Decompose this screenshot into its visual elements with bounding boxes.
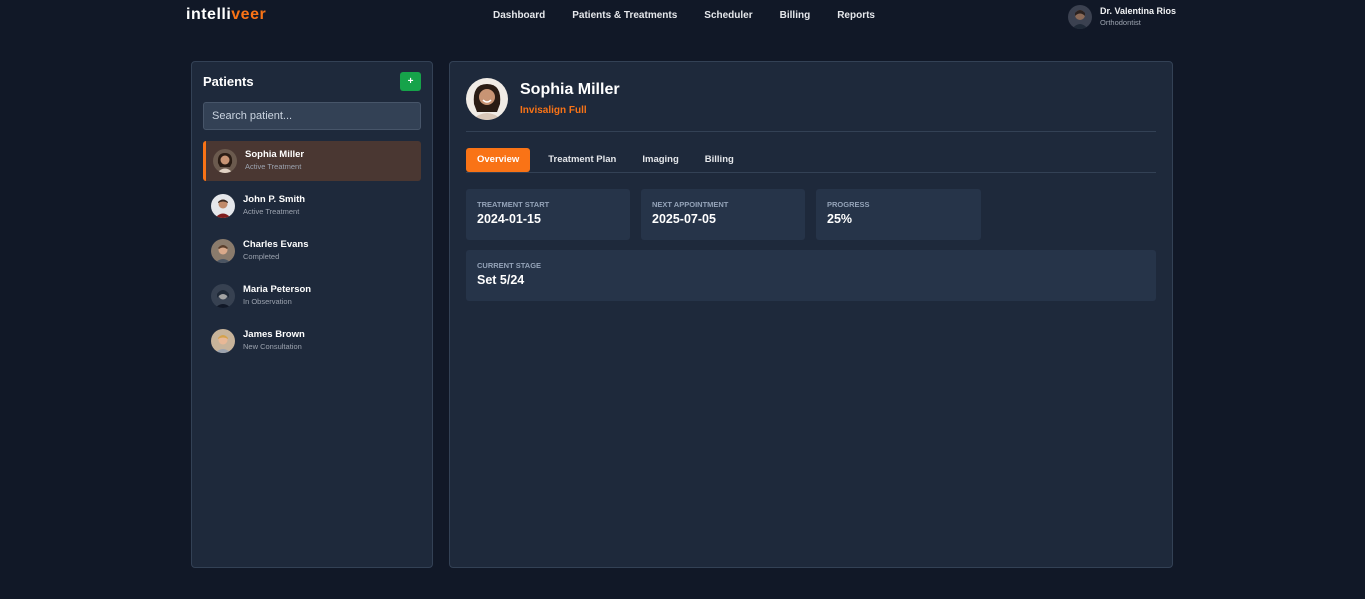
tab-imaging[interactable]: Imaging <box>629 148 691 172</box>
sidebar-title: Patients <box>203 74 254 89</box>
treatment-start-card: TREATMENT START 2024-01-15 <box>466 189 630 240</box>
patient-name: Sophia Miller <box>245 149 305 160</box>
card-label: NEXT APPOINTMENT <box>652 200 729 209</box>
card-value: 2024-01-15 <box>477 212 541 226</box>
patients-sidebar: Patients + Sophia Miller Active Treatmen… <box>191 61 433 568</box>
nav-patients-treatments[interactable]: Patients & Treatments <box>572 10 677 21</box>
nav-reports[interactable]: Reports <box>837 10 875 21</box>
next-appointment-card: NEXT APPOINTMENT 2025-07-05 <box>641 189 805 240</box>
patient-avatar-icon <box>211 329 235 353</box>
patient-avatar-icon <box>211 284 235 308</box>
patient-info: James Brown New Consultation <box>243 329 305 353</box>
patient-item-charles-evans[interactable]: Charles Evans Completed <box>203 231 421 271</box>
patient-status: New Consultation <box>243 342 302 351</box>
patient-status: Completed <box>243 252 280 261</box>
tab-treatment-plan[interactable]: Treatment Plan <box>535 148 629 172</box>
patient-item-james-brown[interactable]: James Brown New Consultation <box>203 321 421 361</box>
header-divider <box>466 131 1156 132</box>
user-avatar-icon <box>1068 5 1092 29</box>
patient-detail-panel: Sophia Miller Invisalign Full Overview T… <box>449 61 1173 568</box>
patient-item-sophia-miller[interactable]: Sophia Miller Active Treatment <box>203 141 421 181</box>
patient-avatar-icon <box>211 239 235 263</box>
tab-billing[interactable]: Billing <box>692 148 747 172</box>
nav-dashboard[interactable]: Dashboard <box>493 10 545 21</box>
patient-avatar-icon <box>211 194 235 218</box>
patient-avatar-icon <box>213 149 237 173</box>
top-bar: intelliveer Dashboard Patients & Treatme… <box>0 0 1365 34</box>
patient-list: Sophia Miller Active Treatment John P. S… <box>203 141 421 366</box>
patient-info: Maria Peterson In Observation <box>243 284 311 308</box>
card-value: 25% <box>827 212 853 226</box>
patient-name: Charles Evans <box>243 239 309 250</box>
treatment-plan-name: Invisalign Full <box>520 105 587 116</box>
patient-item-maria-peterson[interactable]: Maria Peterson In Observation <box>203 276 421 316</box>
tabs-divider <box>466 172 1156 173</box>
card-label: TREATMENT START <box>477 200 550 209</box>
card-label: PROGRESS <box>827 200 870 209</box>
search-patient-input[interactable] <box>203 102 421 130</box>
logo-prefix: intelli <box>186 6 232 23</box>
patient-name: James Brown <box>243 329 305 340</box>
user-info: Dr. Valentina Rios Orthodontist <box>1100 6 1176 28</box>
add-patient-button[interactable]: + <box>400 72 421 91</box>
patient-title: Sophia Miller <box>520 81 620 98</box>
nav-scheduler[interactable]: Scheduler <box>704 10 752 21</box>
nav-billing[interactable]: Billing <box>780 10 811 21</box>
card-value: 2025-07-05 <box>652 212 716 226</box>
patient-item-john-p-smith[interactable]: John P. Smith Active Treatment <box>203 186 421 226</box>
user-role: Orthodontist <box>1100 18 1141 27</box>
patient-name: Maria Peterson <box>243 284 312 295</box>
patient-photo-icon <box>466 78 508 120</box>
card-label: CURRENT STAGE <box>477 261 542 270</box>
app-logo[interactable]: intelliveer <box>186 6 266 24</box>
patient-status: Active Treatment <box>243 207 300 216</box>
progress-card: PROGRESS 25% <box>816 189 981 240</box>
tab-overview[interactable]: Overview <box>466 148 531 172</box>
patient-status: Active Treatment <box>245 162 302 171</box>
detail-tabs: Overview Treatment Plan Imaging Billing <box>466 148 747 172</box>
current-stage-card: CURRENT STAGE Set 5/24 <box>466 250 1156 301</box>
patient-info: John P. Smith Active Treatment <box>243 194 305 218</box>
card-value: Set 5/24 <box>477 273 525 287</box>
patient-info: Charles Evans Completed <box>243 239 308 263</box>
patient-status: In Observation <box>243 297 292 306</box>
user-name: Dr. Valentina Rios <box>1100 6 1177 16</box>
patient-name: John P. Smith <box>243 194 306 205</box>
patient-info: Sophia Miller Active Treatment <box>245 149 304 173</box>
logo-accent: veer <box>231 6 267 23</box>
user-profile[interactable]: Dr. Valentina Rios Orthodontist <box>1068 5 1176 29</box>
main-nav: Dashboard Patients & Treatments Schedule… <box>493 10 902 21</box>
